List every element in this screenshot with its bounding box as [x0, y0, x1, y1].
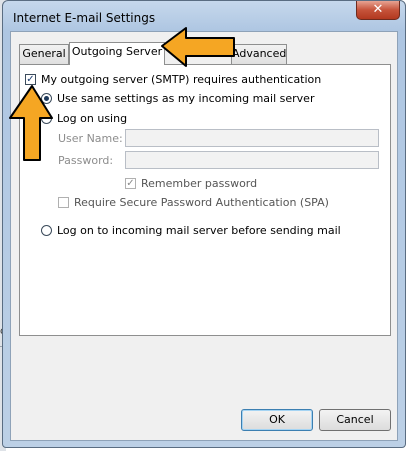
user-name-label: User Name: [58, 132, 123, 145]
window-title: Internet E-mail Settings [13, 11, 156, 25]
close-icon: ✕ [372, 2, 384, 17]
checkbox-box: ✓ [125, 177, 136, 189]
require-spa-label: Require Secure Password Authentication (… [74, 196, 329, 209]
requires-auth-label: My outgoing server (SMTP) requires authe… [41, 73, 322, 86]
use-same-settings-radio[interactable]: Use same settings as my incoming mail se… [41, 92, 314, 105]
annotation-arrow-left-icon [161, 27, 235, 67]
use-same-settings-label: Use same settings as my incoming mail se… [57, 92, 315, 105]
log-on-using-label: Log on using [57, 112, 128, 125]
tab-general[interactable]: General [19, 44, 69, 64]
checkbox-box [58, 197, 69, 208]
close-button[interactable]: ✕ [356, 1, 400, 20]
password-field[interactable] [125, 151, 379, 169]
cancel-button[interactable]: Cancel [319, 409, 391, 431]
annotation-arrow-up-icon [9, 85, 53, 161]
remember-password-checkbox[interactable]: ✓ Remember password [125, 177, 257, 190]
remember-password-label: Remember password [141, 177, 258, 190]
ok-button[interactable]: OK [241, 409, 313, 431]
password-label: Password: [58, 154, 114, 167]
log-on-incoming-label: Log on to incoming mail server before se… [57, 224, 341, 237]
radio-circle [41, 225, 52, 236]
tab-outgoing-server[interactable]: Outgoing Server [69, 42, 165, 65]
tab-advanced[interactable]: Advanced [231, 44, 287, 64]
user-name-field[interactable] [125, 129, 379, 147]
requires-auth-checkbox[interactable]: ✓ My outgoing server (SMTP) requires aut… [25, 73, 321, 86]
dialog-client-area: General Outgoing Server Advanced ✓ My ou… [10, 31, 398, 441]
tab-panel-outgoing-server: ✓ My outgoing server (SMTP) requires aut… [19, 64, 391, 336]
require-spa-checkbox[interactable]: Require Secure Password Authentication (… [58, 196, 329, 209]
log-on-incoming-radio[interactable]: Log on to incoming mail server before se… [41, 224, 341, 237]
